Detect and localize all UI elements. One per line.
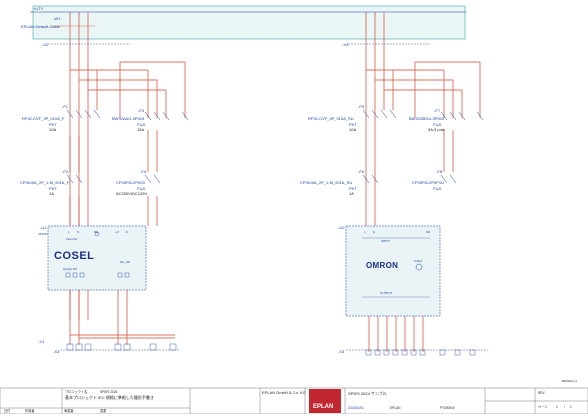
breaker-f2 xyxy=(66,174,83,184)
f6-part: CP30-BA_2P_1-M_001A_SU xyxy=(300,180,352,185)
f1-rating: 10A xyxy=(49,127,56,132)
tb-total-pages: 1 xyxy=(570,405,572,409)
f6-rating: 1A xyxy=(349,191,354,196)
psu-right-vadj: V.ADJ xyxy=(414,259,423,263)
tb-drawn-by: EPLAN xyxy=(390,406,401,410)
tb-col-date: 日付 xyxy=(4,408,11,413)
f5-rating: 10A xyxy=(349,127,356,132)
tb-title: SPIES 2024 サンプル xyxy=(348,390,387,396)
breaker-f4 xyxy=(144,174,161,184)
page-ref: BEMAN+/1 xyxy=(562,379,577,383)
psu-right-pin-n: N xyxy=(373,230,375,234)
tb-col-author: 作成者 xyxy=(25,408,35,413)
f2-part: CP30-BA_2P_1-M_001A_F xyxy=(20,180,70,185)
psu-right-pin-pe: PE xyxy=(426,230,430,234)
tb-page-label: ページ xyxy=(538,405,548,409)
breaker-f1 xyxy=(66,109,101,119)
psu-left-dcok: DC_OK xyxy=(120,260,130,264)
breaker-f6 xyxy=(362,174,379,184)
schematic-page: +UTY -W1 EPLAN-Default-Cable -X2 -F1 RF3… xyxy=(0,0,588,415)
tb-project-label: プロジェクト名 xyxy=(65,389,87,394)
f3-tag: -F3 xyxy=(138,108,145,113)
terminal-x4-label: -X4 xyxy=(342,42,349,47)
tb-project: SPIES 2024 xyxy=(100,390,118,394)
tb-company: EPLAN GmbH & Co. KG xyxy=(262,390,306,395)
f4-tag: -F4 xyxy=(140,169,147,174)
f8-tag: -F8 xyxy=(436,169,443,174)
right-terminal-block xyxy=(346,349,488,356)
schematic-diagram: +UTY -W1 EPLAN-Default-Cable -X2 -F1 RF3… xyxy=(0,5,588,415)
cable-bay xyxy=(32,5,466,40)
f7-rating: 3A,3 pole xyxy=(428,127,446,132)
f3-part: BW32AAG-3P015 xyxy=(112,116,145,121)
f5-part: RF32-CVF_3P_010A_SU xyxy=(308,116,354,121)
psu-right-output: OUTPUT xyxy=(380,291,393,295)
psu-left-tag: -U1 xyxy=(40,225,47,230)
left-wiring xyxy=(69,12,186,345)
breaker-f3 xyxy=(144,111,189,121)
f8-part: CP30FM-2P0P1U xyxy=(412,180,444,185)
f6-tag: -F6 xyxy=(358,169,365,174)
terminal-x1-label: -X1 xyxy=(38,339,45,344)
f7-tag: -F7 xyxy=(434,108,441,113)
psu-right-tag: -U2 xyxy=(338,225,345,230)
tb-page-value: 1 xyxy=(556,405,558,409)
f2-tag: -F2 xyxy=(62,169,69,174)
terminal-x3-left-label: -X3 xyxy=(53,349,60,354)
psu-right-box xyxy=(345,225,441,317)
tb-of-label: / xyxy=(564,405,565,409)
eplan-logo-text: EPLAN xyxy=(313,404,333,410)
psu-left-pin-n: N xyxy=(77,230,79,234)
terminal-x2-label: -X2 xyxy=(42,42,49,47)
tb-doc-number: PT000000 xyxy=(440,406,455,410)
f8-maker: FUJI xyxy=(433,186,441,191)
f4-part: CP30FM-2P003 xyxy=(116,180,145,185)
psu-right-brand: OMRON xyxy=(366,261,398,270)
f1-part: RF32-CVF_3P_010A_F xyxy=(22,116,65,121)
psu-left-note: 24VDC xyxy=(38,232,49,236)
psu-left-output: Output DC xyxy=(63,267,78,271)
psu-right-input: INPUT xyxy=(381,239,390,243)
f5-tag: -F5 xyxy=(358,104,365,109)
f4-rating: AC250V/DC125V xyxy=(116,191,147,196)
psu-left-pin-vminus: -V xyxy=(125,230,128,234)
tb-col-change: 変更 xyxy=(100,408,107,413)
terminal-x3-right-label: -X3 xyxy=(338,349,345,354)
tb-date: 2024/01/01 xyxy=(348,406,364,410)
f2-rating: 1A xyxy=(49,191,54,196)
cable-id: -W1 xyxy=(53,16,61,21)
psu-left-pin-vplus: +V xyxy=(115,230,119,234)
f7-part: BW32SBGU-3P003 xyxy=(409,116,445,121)
tb-rev-label: REV. xyxy=(538,391,545,395)
breaker-f5 xyxy=(362,109,397,119)
tb-col-approver: 承認者 xyxy=(64,408,74,413)
rail-label: +UTY xyxy=(33,6,44,11)
psu-left-brand: COSEL xyxy=(54,250,94,262)
tb-description: 基本プロジェクト IEC 規格に準拠した雛形手書き xyxy=(65,394,154,400)
left-terminal-block xyxy=(60,343,180,351)
cable-name: EPLAN-Default-Cable xyxy=(21,24,61,29)
f3-rating: 15A xyxy=(137,127,144,132)
psu-left-input: Input AC xyxy=(66,237,78,241)
f1-tag: -F1 xyxy=(62,104,69,109)
